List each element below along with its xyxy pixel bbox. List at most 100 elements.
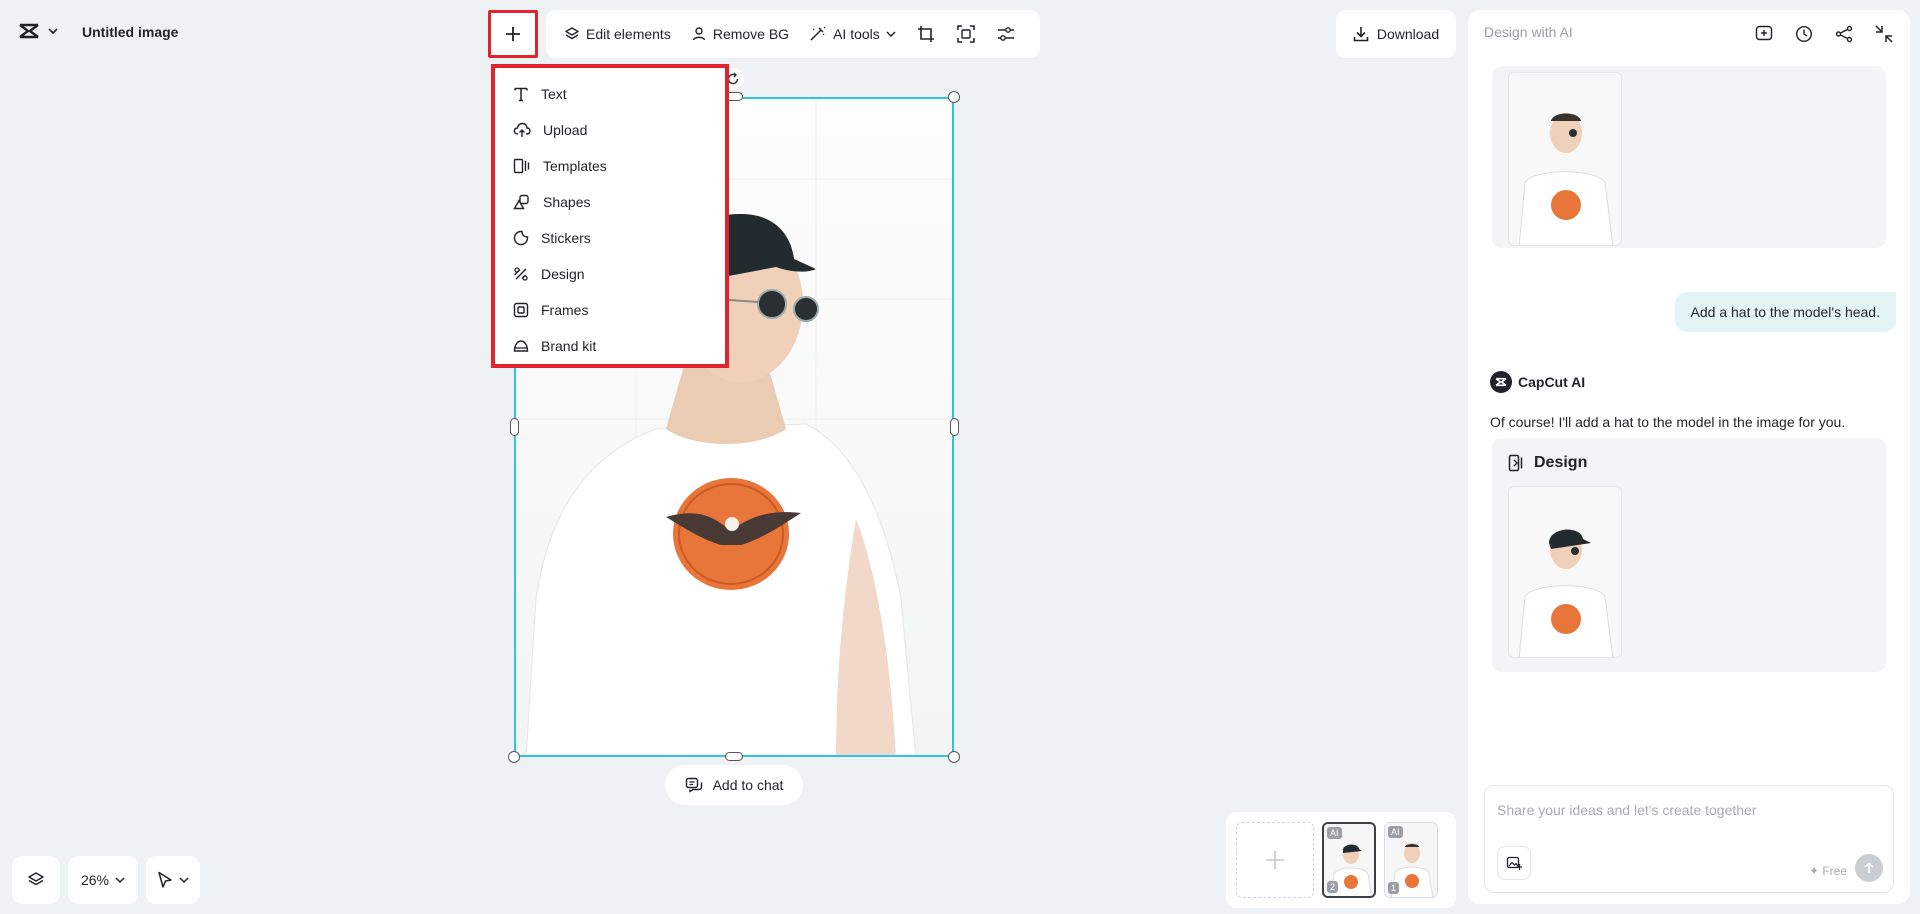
menu-item-frames[interactable]: Frames	[495, 292, 725, 328]
templates-icon	[1508, 454, 1526, 472]
ai-sender-name: CapCut AI	[1518, 374, 1586, 390]
app-logo-menu[interactable]	[18, 22, 58, 40]
adjust-button[interactable]	[990, 18, 1022, 50]
add-element-button[interactable]	[488, 10, 538, 58]
send-button[interactable]	[1855, 854, 1883, 882]
pages-tray: AI 2 AI 1	[1226, 812, 1456, 908]
model-photo-thumb	[1509, 73, 1621, 245]
model-with-hat-thumb	[1509, 487, 1621, 657]
download-button[interactable]: Download	[1336, 10, 1456, 58]
ai-message: Of course! I'll add a hat to the model i…	[1490, 414, 1846, 430]
resize-handle-bottom[interactable]	[725, 752, 743, 761]
layers-button[interactable]	[12, 856, 60, 904]
menu-item-label: Templates	[543, 158, 607, 174]
menu-item-design[interactable]: Design	[495, 256, 725, 292]
page-thumbnail-1[interactable]: AI 1	[1384, 822, 1438, 898]
chat-input-box[interactable]: Share your ideas and let's create togeth…	[1484, 785, 1894, 893]
share-button[interactable]	[1832, 22, 1856, 46]
result-card-previous	[1492, 66, 1886, 248]
menu-item-label: Stickers	[541, 230, 591, 246]
chevron-down-icon	[115, 876, 125, 884]
zoom-dropdown[interactable]: 26%	[68, 856, 138, 904]
menu-item-text[interactable]: Text	[495, 76, 725, 112]
resize-handle-right[interactable]	[950, 418, 959, 436]
menu-item-label: Design	[541, 266, 585, 282]
resize-handle-bottom-left[interactable]	[508, 751, 520, 763]
chevron-down-icon	[886, 30, 896, 38]
page-thumbnail-2[interactable]: AI 2	[1322, 822, 1376, 898]
chevron-down-icon	[48, 27, 58, 35]
pointer-tool-dropdown[interactable]	[146, 856, 200, 904]
ai-badge: AI	[1327, 827, 1342, 839]
chevron-down-icon	[179, 876, 189, 884]
add-to-chat-button[interactable]: Add to chat	[665, 765, 803, 805]
layers-icon	[564, 26, 580, 42]
design-result-card: Design	[1492, 438, 1886, 672]
history-button[interactable]	[1792, 22, 1816, 46]
person-icon	[691, 26, 707, 42]
plus-icon	[1264, 849, 1286, 871]
templates-icon	[513, 158, 531, 174]
attach-image-button[interactable]	[1497, 846, 1531, 880]
resize-handle-bottom-right[interactable]	[948, 751, 960, 763]
crop-icon	[917, 25, 935, 43]
stickers-icon	[513, 230, 529, 246]
ai-badge: AI	[1388, 826, 1403, 838]
new-chat-button[interactable]	[1752, 22, 1776, 46]
design-result-image[interactable]	[1508, 486, 1622, 658]
page-number: 1	[1388, 882, 1400, 894]
free-label: ✦ Free	[1808, 864, 1847, 878]
arrow-up-icon	[1863, 862, 1875, 874]
add-to-chat-label: Add to chat	[712, 777, 784, 793]
scan-icon	[957, 25, 975, 43]
collapse-icon	[1875, 25, 1893, 43]
crop-button[interactable]	[910, 18, 942, 50]
chat-input-placeholder[interactable]: Share your ideas and let's create togeth…	[1497, 802, 1757, 818]
resize-handle-top-right[interactable]	[948, 91, 960, 103]
share-icon	[1835, 25, 1853, 43]
scan-button[interactable]	[950, 18, 982, 50]
capcut-logo-icon	[18, 22, 40, 40]
panel-title: Design with AI	[1484, 24, 1573, 40]
clock-icon	[1795, 25, 1813, 43]
ai-tools-label: AI tools	[833, 26, 880, 42]
upload-icon	[513, 122, 531, 138]
page-number: 2	[1327, 881, 1339, 893]
menu-item-brand-kit[interactable]: Brand kit	[495, 328, 725, 364]
result-image[interactable]	[1508, 72, 1622, 246]
menu-item-label: Shapes	[543, 194, 591, 210]
ai-tools-button[interactable]: AI tools	[803, 20, 902, 48]
resize-handle-left[interactable]	[510, 418, 519, 436]
edit-elements-label: Edit elements	[586, 26, 671, 42]
remove-bg-button[interactable]: Remove BG	[685, 20, 795, 48]
user-message: Add a hat to the model's head.	[1674, 292, 1896, 332]
document-title[interactable]: Untitled image	[82, 24, 178, 40]
add-page-button[interactable]	[1236, 822, 1314, 898]
edit-elements-button[interactable]: Edit elements	[558, 20, 677, 48]
design-card-title: Design	[1534, 454, 1588, 471]
text-icon	[513, 86, 529, 102]
pointer-icon	[157, 871, 173, 889]
frames-icon	[513, 302, 529, 318]
menu-item-stickers[interactable]: Stickers	[495, 220, 725, 256]
ai-chat-panel: Design with AI Add a hat to the model's …	[1468, 10, 1910, 904]
zoom-level: 26%	[80, 872, 110, 888]
ai-sender: CapCut AI	[1490, 371, 1585, 393]
magic-wand-icon	[809, 26, 827, 42]
add-element-menu: Text Upload Templates Shapes Stickers De…	[491, 64, 729, 368]
menu-item-upload[interactable]: Upload	[495, 112, 725, 148]
plus-icon	[505, 26, 521, 42]
design-card-header: Design	[1508, 454, 1587, 472]
menu-item-label: Text	[541, 86, 567, 102]
menu-item-label: Upload	[543, 122, 588, 138]
shapes-icon	[513, 194, 531, 210]
collapse-button[interactable]	[1872, 22, 1896, 46]
menu-item-templates[interactable]: Templates	[495, 148, 725, 184]
image-add-icon	[1506, 855, 1522, 871]
download-icon	[1353, 26, 1369, 42]
new-chat-icon	[1755, 25, 1773, 43]
menu-item-shapes[interactable]: Shapes	[495, 184, 725, 220]
top-toolbar: Edit elements Remove BG AI tools	[546, 10, 1040, 58]
panel-header-actions	[1752, 22, 1896, 46]
download-label: Download	[1376, 26, 1440, 42]
